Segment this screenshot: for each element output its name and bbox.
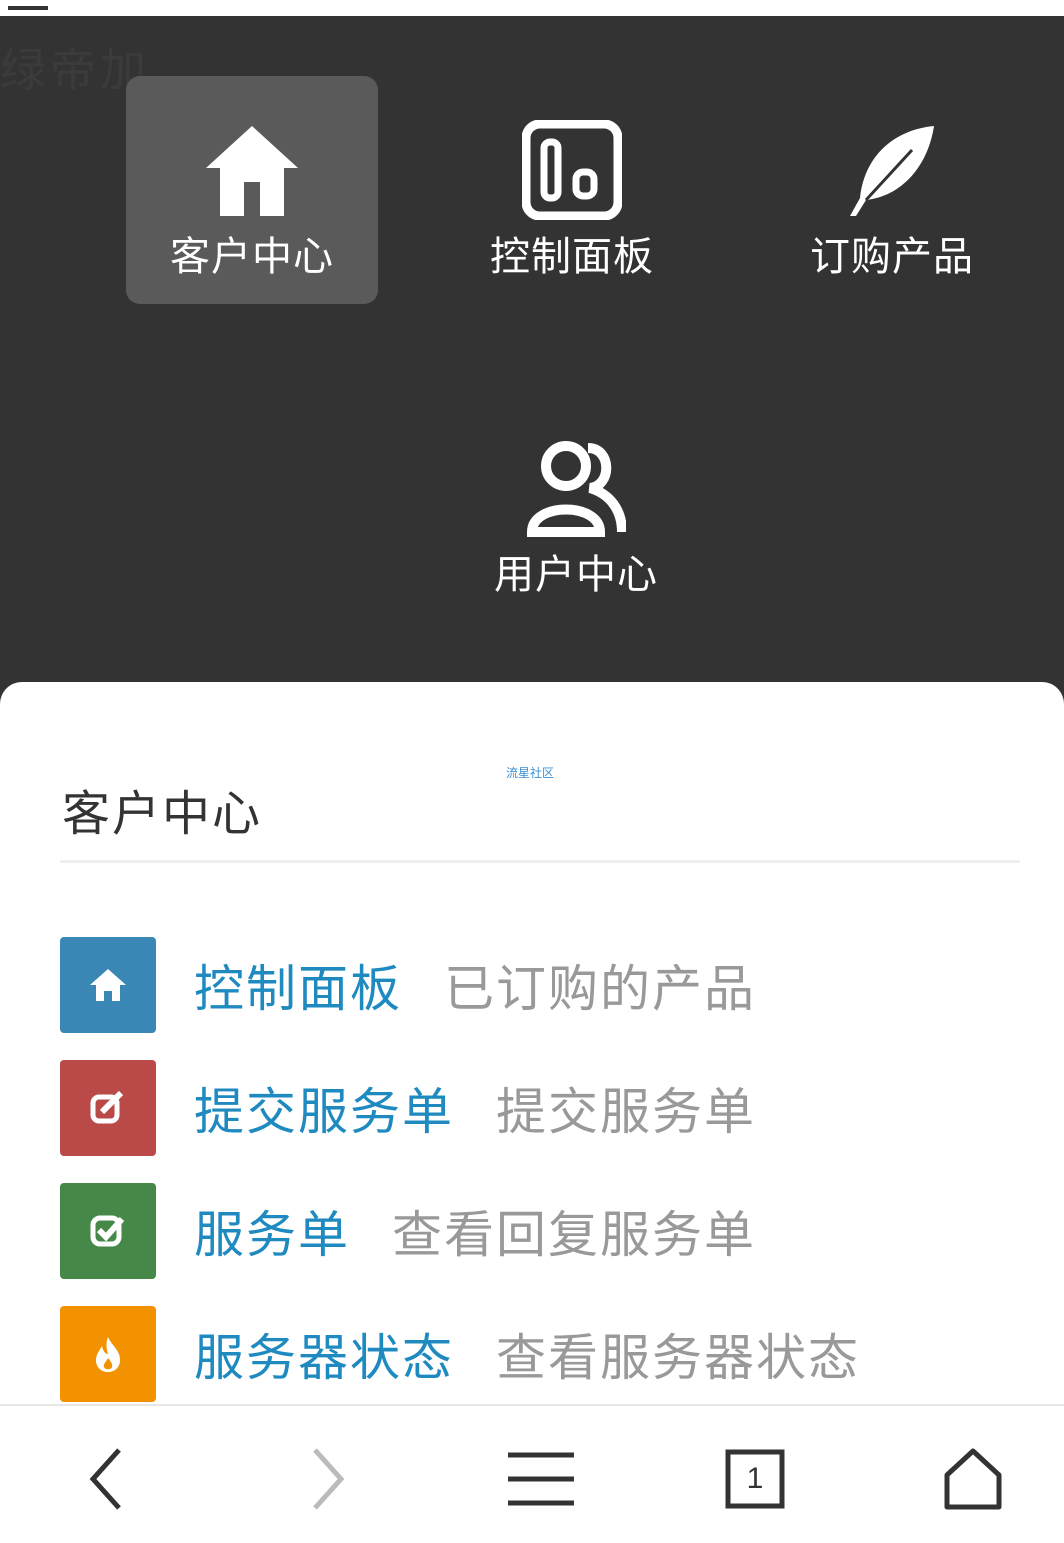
list-item-server-status[interactable]: 服务器状态 查看服务器状态	[60, 1306, 1020, 1402]
fire-icon	[60, 1306, 156, 1402]
feather-icon	[842, 120, 942, 220]
list-item-submit-ticket[interactable]: 提交服务单 提交服务单	[60, 1060, 1020, 1156]
menu-item-customer-center[interactable]: 客户中心	[126, 76, 378, 304]
chevron-left-icon	[89, 1448, 121, 1510]
home-icon	[60, 937, 156, 1033]
section-title: 客户中心	[62, 786, 263, 842]
menu-item-label: 控制面板	[490, 234, 654, 280]
menu-button[interactable]	[496, 1434, 586, 1524]
menu-item-order-products[interactable]: 订购产品	[766, 76, 1018, 304]
list-item-desc: 已订购的产品	[444, 960, 756, 1018]
divider	[60, 860, 1020, 863]
list-item-title[interactable]: 控制面板	[194, 949, 402, 1021]
list-item-title[interactable]: 服务器状态	[194, 1318, 454, 1390]
content-sheet: 客户中心 流星社区 控制面板 已订购的产品 提交服务单 提交服务单 服务单 查看…	[0, 682, 1064, 1404]
dashboard-icon	[522, 120, 622, 220]
list-item-tickets[interactable]: 服务单 查看回复服务单	[60, 1183, 1020, 1279]
list-item-desc: 查看服务器状态	[496, 1329, 860, 1387]
back-button[interactable]	[62, 1434, 152, 1524]
menu-item-user-center[interactable]: 用户中心	[450, 394, 702, 622]
page: 绿帝加 客户中心 控制面板 订购产品 用户中心 客户中心 流星社区 控制面板 已…	[0, 0, 1064, 1543]
forward-button[interactable]	[282, 1434, 372, 1524]
tabs-button[interactable]: 1	[710, 1434, 800, 1524]
chevron-right-icon	[313, 1448, 345, 1510]
edit-icon	[60, 1060, 156, 1156]
list-item-title[interactable]: 提交服务单	[194, 1072, 454, 1144]
home-button[interactable]	[928, 1434, 1018, 1524]
tab-count: 1	[746, 1462, 764, 1495]
home-icon	[202, 120, 302, 220]
list-item-desc: 查看回复服务单	[392, 1206, 756, 1264]
watermark-link[interactable]: 流星社区	[506, 764, 554, 781]
list-item-title[interactable]: 服务单	[194, 1195, 350, 1267]
browser-bottom-bar: 1	[0, 1404, 1064, 1543]
list-item-desc: 提交服务单	[496, 1083, 756, 1141]
menu-icon[interactable]	[8, 0, 48, 10]
hamburger-icon	[508, 1452, 574, 1506]
menu-item-label: 用户中心	[494, 552, 658, 598]
top-strip	[0, 0, 1064, 16]
users-icon	[526, 438, 626, 538]
home-outline-icon	[944, 1448, 1002, 1510]
menu-item-label: 订购产品	[810, 234, 974, 280]
menu-panel: 绿帝加 客户中心 控制面板 订购产品 用户中心	[0, 16, 1064, 692]
list-item-dashboard[interactable]: 控制面板 已订购的产品	[60, 937, 1020, 1033]
menu-item-dashboard[interactable]: 控制面板	[446, 76, 698, 304]
menu-item-label: 客户中心	[170, 234, 334, 280]
check-icon	[60, 1183, 156, 1279]
